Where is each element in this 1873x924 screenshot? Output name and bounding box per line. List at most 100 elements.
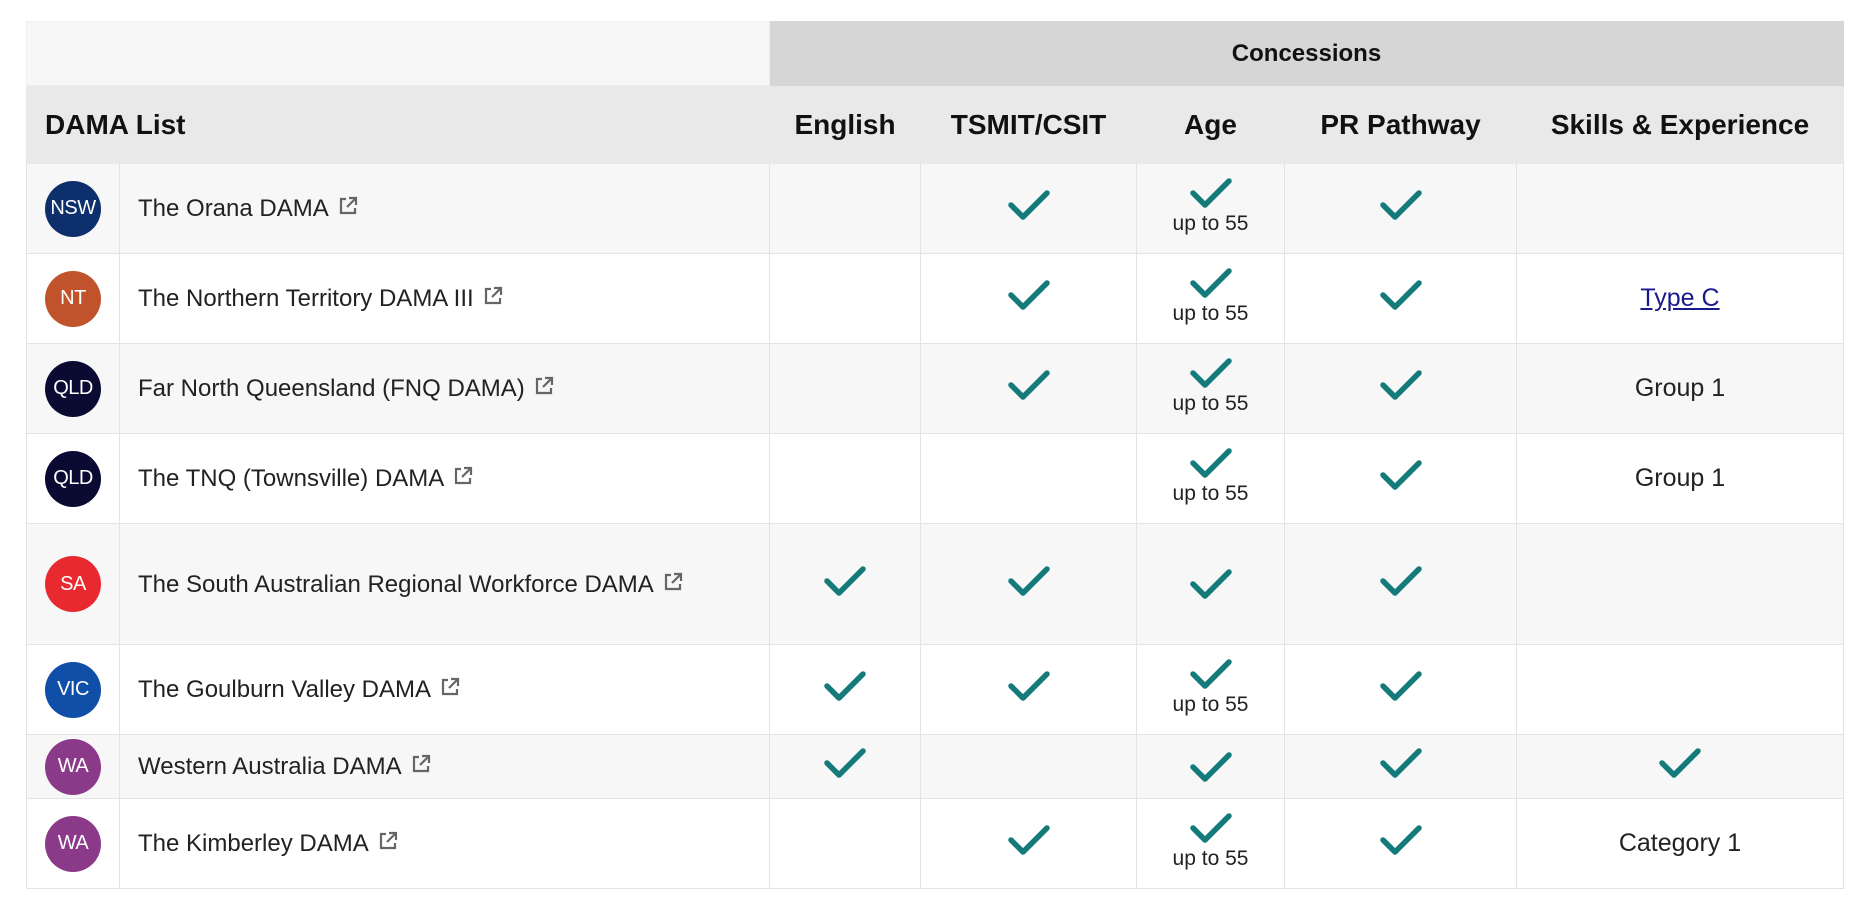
pr-pathway-cell [1284,798,1517,889]
col-header-skills: Skills & Experience [1516,85,1844,164]
col-header-age: Age [1136,85,1285,164]
age-cell: up to 55 [1136,798,1285,889]
skills-text: Group 1 [1634,374,1726,402]
table-row: VIC The Goulburn Valley DAMA up to 55 [26,644,1844,735]
tsmit-cell [920,798,1137,889]
pr-pathway-cell [1284,433,1517,524]
english-cell [769,734,921,799]
state-badge: VIC [45,661,101,718]
checkmark-icon [1379,746,1423,780]
state-badge-cell: VIC [26,644,120,735]
checkmark-icon [1189,266,1233,300]
checkmark-icon [823,746,867,780]
table-row: QLD The TNQ (Townsville) DAMA up to 55 Grou… [26,433,1844,524]
dama-name-text: The Goulburn Valley DAMA [138,676,432,703]
dama-name-cell: The Kimberley DAMA [119,798,770,889]
age-concession: up to 55 [1137,357,1284,416]
age-concession: up to 55 [1137,267,1284,326]
external-link-icon[interactable] [482,285,504,307]
dama-name-link[interactable]: The TNQ (Townsville) DAMA [138,465,474,492]
column-header-row: DAMA List English TSMIT/CSIT Age PR Path… [26,85,1844,164]
dama-name-link[interactable]: The South Australian Regional Workforce … [138,571,684,598]
age-concession [1137,750,1284,784]
state-badge: WA [45,815,101,872]
external-link-icon[interactable] [662,571,684,593]
dama-name-text: The Orana DAMA [138,195,329,222]
skills-text: Group 1 [1634,464,1726,492]
concessions-header: Concessions [769,21,1844,86]
checkmark-icon [1189,750,1233,784]
skills-cell [1516,163,1844,254]
checkmark-icon [1379,188,1423,222]
table-row: QLD Far North Queensland (FNQ DAMA) up to … [26,343,1844,434]
age-cell [1136,734,1285,799]
tsmit-cell [920,163,1137,254]
dama-name-link[interactable]: The Orana DAMA [138,195,359,222]
dama-name-link[interactable]: The Northern Territory DAMA III [138,285,504,312]
age-cell: up to 55 [1136,644,1285,735]
age-concession: up to 55 [1137,447,1284,506]
state-badge-cell: WA [26,734,120,799]
dama-name-cell: Far North Queensland (FNQ DAMA) [119,343,770,434]
checkmark-icon [1379,278,1423,312]
checkmark-icon [1379,368,1423,402]
age-note: up to 55 [1172,692,1249,716]
checkmark-icon [1007,368,1051,402]
age-cell: up to 55 [1136,343,1285,434]
tsmit-cell [920,734,1137,799]
checkmark-icon [1379,823,1423,857]
dama-name-cell: The Orana DAMA [119,163,770,254]
state-badge-cell: SA [26,523,120,645]
age-note: up to 55 [1172,846,1249,870]
state-badge-cell: WA [26,798,120,889]
checkmark-icon [1379,564,1423,598]
checkmark-icon [1007,564,1051,598]
dama-name-cell: The Goulburn Valley DAMA [119,644,770,735]
dama-name-cell: Western Australia DAMA [119,734,770,799]
skills-link[interactable]: Type C [1640,284,1719,312]
external-link-icon[interactable] [337,195,359,217]
col-header-tsmit: TSMIT/CSIT [920,85,1137,164]
pr-pathway-cell [1284,253,1517,344]
tsmit-cell [920,343,1137,434]
col-header-english: English [769,85,921,164]
skills-cell: Category 1 [1516,798,1844,889]
tsmit-cell [920,433,1137,524]
dama-name-text: Far North Queensland (FNQ DAMA) [138,375,525,402]
dama-name-text: Western Australia DAMA [138,753,402,780]
english-cell [769,644,921,735]
state-badge: QLD [45,450,101,507]
english-cell [769,523,921,645]
col-header-pr-pathway: PR Pathway [1284,85,1517,164]
external-link-icon[interactable] [452,465,474,487]
table-row: SA The South Australian Regional Workforc… [26,523,1844,645]
checkmark-icon [1379,458,1423,492]
state-badge: QLD [45,360,101,417]
state-badge-cell: NSW [26,163,120,254]
state-badge: WA [45,738,101,795]
dama-name-link[interactable]: Far North Queensland (FNQ DAMA) [138,375,555,402]
dama-name-cell: The Northern Territory DAMA III [119,253,770,344]
dama-name-text: The TNQ (Townsville) DAMA [138,465,445,492]
state-badge-cell: QLD [26,433,120,524]
pr-pathway-cell [1284,644,1517,735]
checkmark-icon [1007,823,1051,857]
external-link-icon[interactable] [410,753,432,775]
col-header-dama-list: DAMA List [26,85,770,164]
checkmark-icon [823,564,867,598]
external-link-icon[interactable] [439,676,461,698]
age-note: up to 55 [1172,301,1249,325]
external-link-icon[interactable] [533,375,555,397]
tsmit-cell [920,644,1137,735]
checkmark-icon [1189,657,1233,691]
dama-name-link[interactable]: Western Australia DAMA [138,753,432,780]
checkmark-icon [1189,176,1233,210]
age-cell: up to 55 [1136,433,1285,524]
dama-name-link[interactable]: The Goulburn Valley DAMA [138,676,461,703]
dama-name-link[interactable]: The Kimberley DAMA [138,830,399,857]
checkmark-icon [1658,746,1702,780]
external-link-icon[interactable] [377,830,399,852]
checkmark-icon [1007,188,1051,222]
checkmark-icon [1007,669,1051,703]
dama-name-cell: The South Australian Regional Workforce … [119,523,770,645]
